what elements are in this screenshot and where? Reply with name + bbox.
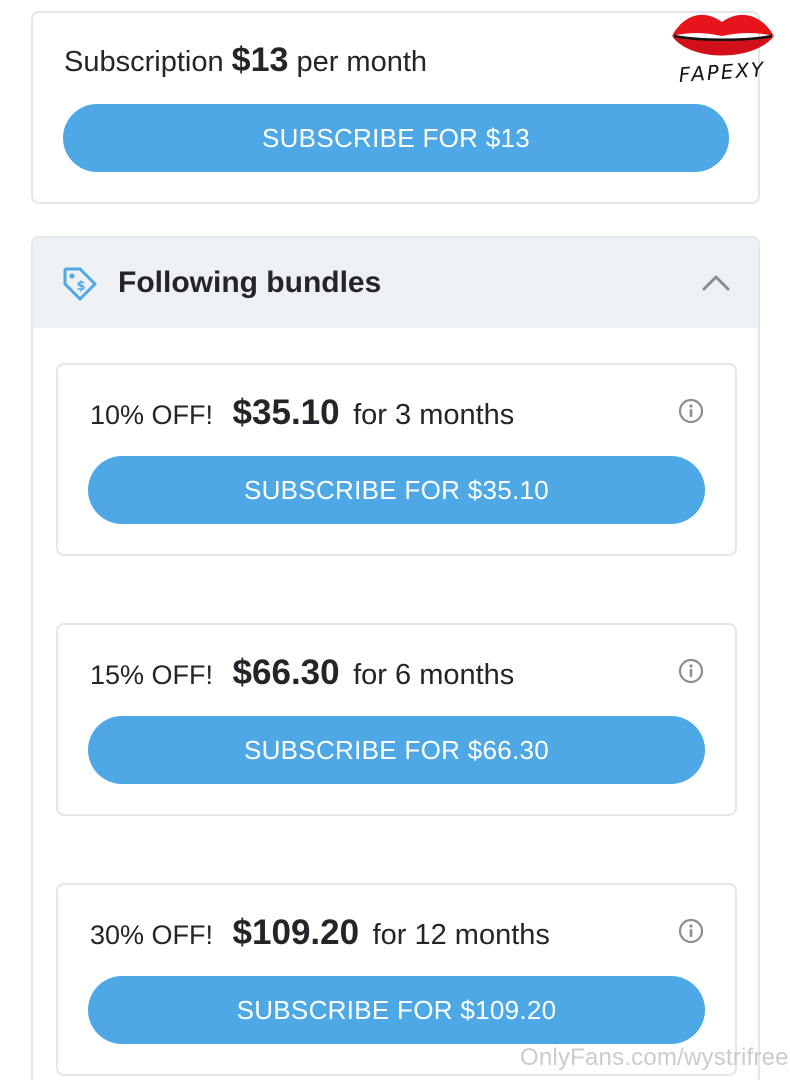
bundle-discount: 30% OFF! [90, 920, 214, 950]
price-tag-icon: $ [63, 267, 97, 301]
subscription-prefix: Subscription [64, 46, 224, 78]
subscribe-bundle-button[interactable]: SUBSCRIBE FOR $35.10 [88, 456, 705, 524]
info-icon[interactable] [678, 658, 704, 684]
fapexy-logo: FAPEXY [660, 6, 784, 94]
watermark: OnlyFans.com/wystrifree [520, 1044, 789, 1071]
bundle-label: 15% OFF! $66.30 for 6 months [90, 653, 514, 693]
bundle-price: $66.30 [232, 653, 340, 692]
bundle-discount: 10% OFF! [90, 400, 214, 430]
bundle-card: 10% OFF! $35.10 for 3 months SUBSCRIBE F… [56, 363, 737, 556]
subscription-card: Subscription $13 per month SUBSCRIBE FOR… [31, 11, 760, 204]
svg-text:$: $ [76, 279, 85, 294]
bundle-duration: for 12 months [372, 919, 550, 951]
chevron-up-icon[interactable] [701, 270, 731, 294]
bundle-duration: for 3 months [353, 399, 515, 431]
subscription-price-label: Subscription $13 per month [64, 41, 427, 80]
subscription-suffix: per month [296, 46, 428, 78]
info-icon[interactable] [678, 398, 704, 424]
bundle-label: 10% OFF! $35.10 for 3 months [90, 393, 514, 433]
subscribe-bundle-button[interactable]: SUBSCRIBE FOR $109.20 [88, 976, 705, 1044]
bundle-discount: 15% OFF! [90, 660, 214, 690]
bundle-card: 15% OFF! $66.30 for 6 months SUBSCRIBE F… [56, 623, 737, 816]
bundle-price: $109.20 [232, 913, 360, 952]
info-icon[interactable] [678, 918, 704, 944]
bundle-label: 30% OFF! $109.20 for 12 months [90, 913, 550, 953]
subscribe-button[interactable]: SUBSCRIBE FOR $13 [63, 104, 729, 172]
subscribe-bundle-button[interactable]: SUBSCRIBE FOR $66.30 [88, 716, 705, 784]
bundles-header[interactable]: $ Following bundles [33, 238, 758, 328]
bundles-title: Following bundles [118, 266, 382, 299]
bundle-price: $35.10 [232, 393, 340, 432]
subscription-price: $13 [231, 41, 289, 79]
subscribe-button-label: SUBSCRIBE FOR $13 [261, 122, 531, 153]
bundles-section: $ Following bundles 10% OFF! $35.10 for … [31, 236, 760, 1080]
subscribe-bundle-button-label: SUBSCRIBE FOR $66.30 [243, 734, 550, 765]
subscribe-bundle-button-label: SUBSCRIBE FOR $35.10 [243, 474, 550, 505]
subscribe-bundle-button-label: SUBSCRIBE FOR $109.20 [236, 994, 557, 1025]
bundle-duration: for 6 months [353, 659, 515, 691]
